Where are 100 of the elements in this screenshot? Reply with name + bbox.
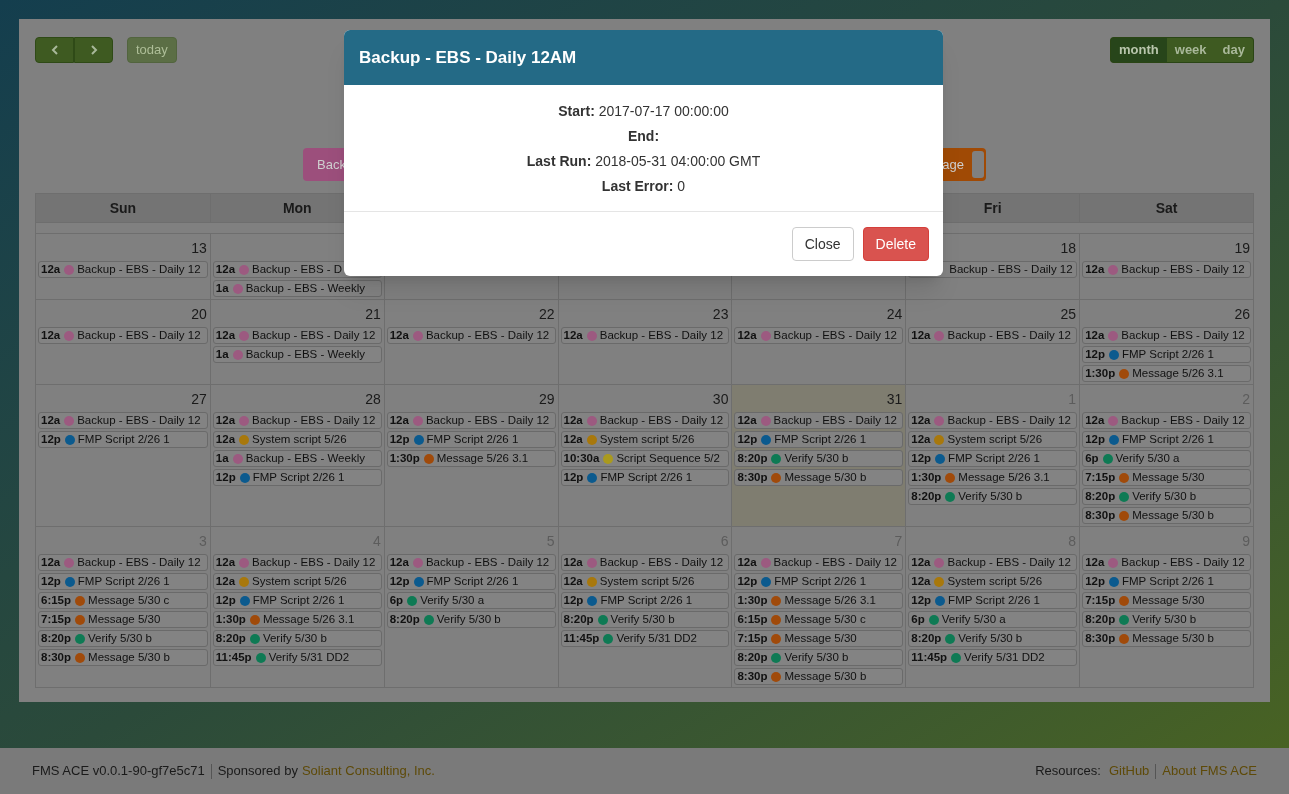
calendar-event[interactable]: 12a Backup - EBS - Daily 12 xyxy=(560,412,730,429)
calendar-event[interactable]: 12p FMP Script 2/26 1 xyxy=(38,431,208,448)
calendar-event[interactable]: 10:30a Script Sequence 5/2 xyxy=(560,450,730,467)
legend-button[interactable]: age xyxy=(940,148,986,181)
close-button[interactable]: Close xyxy=(791,227,854,261)
calendar-event[interactable]: 12a Backup - EBS - Daily 12 xyxy=(38,554,208,571)
calendar-event[interactable]: 11:45p Verify 5/31 DD2 xyxy=(212,649,382,666)
next-button[interactable] xyxy=(74,37,113,63)
calendar-event[interactable]: 8:30p Message 5/30 b xyxy=(38,649,208,666)
calendar-event[interactable]: 12a System script 5/26 xyxy=(560,573,730,590)
calendar-event[interactable]: 12a Backup - EBS - Daily 12 xyxy=(734,412,904,429)
calendar-event[interactable]: 12p FMP Script 2/26 1 xyxy=(212,592,382,609)
calendar-event[interactable]: 8:30p Message 5/30 b xyxy=(734,469,904,486)
calendar-event[interactable]: 7:15p Message 5/30 xyxy=(734,630,904,647)
calendar-event[interactable]: 12a Backup - EBS - Daily 12 xyxy=(1082,554,1251,571)
calendar-event[interactable]: 12a Backup - EBS - Daily 12 xyxy=(212,327,382,344)
calendar-event[interactable]: 12a Backup - EBS - Daily 12 xyxy=(386,327,556,344)
calendar-event[interactable]: 8:30p Message 5/30 b xyxy=(734,668,904,685)
calendar-event[interactable]: 12a Backup - EBS - Daily 12 xyxy=(38,412,208,429)
calendar-event[interactable]: 7:15p Message 5/30 xyxy=(38,611,208,628)
calendar-event[interactable]: 1:30p Message 5/26 3.1 xyxy=(908,469,1078,486)
delete-button[interactable]: Delete xyxy=(862,227,929,261)
event-time: 7:15p xyxy=(1085,592,1116,608)
calendar-event[interactable]: 8:20p Verify 5/30 b xyxy=(38,630,208,647)
calendar-event[interactable]: 12p FMP Script 2/26 1 xyxy=(734,431,904,448)
calendar-event[interactable]: 12a Backup - EBS - Daily 12 xyxy=(1082,412,1251,429)
calendar-event[interactable]: 12a System script 5/26 xyxy=(212,431,382,448)
calendar-event[interactable]: 12a System script 5/26 xyxy=(212,573,382,590)
event-time: 12p xyxy=(41,431,61,447)
calendar-event[interactable]: 1a Backup - EBS - Weekly xyxy=(212,346,382,363)
calendar-event[interactable]: 8:20p Verify 5/30 b xyxy=(212,630,382,647)
calendar-event[interactable]: 1:30p Message 5/26 3.1 xyxy=(386,450,556,467)
calendar-event[interactable]: 12p FMP Script 2/26 1 xyxy=(212,469,382,486)
calendar-event[interactable]: 12a Backup - EBS - Daily 12 xyxy=(908,554,1078,571)
calendar-event[interactable]: 1:30p Message 5/26 3.1 xyxy=(1082,365,1251,382)
view-tab[interactable]: week xyxy=(1166,37,1215,63)
calendar-event[interactable]: 12a Backup - EBS - Daily 12 xyxy=(38,327,208,344)
calendar-event[interactable]: 8:20p Verify 5/30 b xyxy=(908,488,1078,505)
day-number: 20 xyxy=(191,305,207,323)
calendar-event[interactable]: 12p FMP Script 2/26 1 xyxy=(1082,431,1251,448)
calendar-event[interactable]: 12p FMP Script 2/26 1 xyxy=(734,573,904,590)
event-title: Backup - EBS - Daily 12 xyxy=(77,412,201,428)
calendar-event[interactable]: 12a Backup - EBS - Daily 12 xyxy=(212,412,382,429)
view-tab[interactable]: day xyxy=(1214,37,1254,63)
calendar-event[interactable]: 6p Verify 5/30 a xyxy=(908,611,1078,628)
calendar-event[interactable]: 7:15p Message 5/30 xyxy=(1082,469,1251,486)
calendar-event[interactable]: 8:20p Verify 5/30 b xyxy=(386,611,556,628)
calendar-event[interactable]: 1a Backup - EBS - Weekly xyxy=(212,450,382,467)
calendar-event[interactable]: 12p FMP Script 2/26 1 xyxy=(560,592,730,609)
version-text: FMS ACE v0.0.1-90-gf7e5c71 xyxy=(32,762,205,781)
previous-button[interactable] xyxy=(35,37,74,63)
calendar-event[interactable]: 8:30p Message 5/30 b xyxy=(1082,630,1251,647)
calendar-event[interactable]: 12p FMP Script 2/26 1 xyxy=(386,431,556,448)
calendar-event[interactable]: 8:20p Verify 5/30 b xyxy=(1082,611,1251,628)
calendar-event[interactable]: 1a Backup - EBS - Weekly xyxy=(212,280,382,297)
calendar-event[interactable]: 12p FMP Script 2/26 1 xyxy=(1082,346,1251,363)
calendar-event[interactable]: 8:20p Verify 5/30 b xyxy=(908,630,1078,647)
calendar-event[interactable]: 12a Backup - EBS - Daily 12 xyxy=(560,554,730,571)
calendar-event[interactable]: 1:30p Message 5/26 3.1 xyxy=(734,592,904,609)
calendar-event[interactable]: 12p FMP Script 2/26 1 xyxy=(38,573,208,590)
calendar-event[interactable]: 12a System script 5/26 xyxy=(908,573,1078,590)
calendar-event[interactable]: 12a Backup - EBS - Daily 12 xyxy=(908,412,1078,429)
calendar-event[interactable]: 6p Verify 5/30 a xyxy=(386,592,556,609)
calendar-event[interactable]: 7:15p Message 5/30 xyxy=(1082,592,1251,609)
calendar-event[interactable]: 12a Backup - EBS - Daily 12 xyxy=(560,327,730,344)
event-title: Message 5/30 xyxy=(88,611,161,627)
event-title: System script 5/26 xyxy=(252,431,347,447)
calendar-event[interactable]: 12a Backup - EBS - Daily 12 xyxy=(734,554,904,571)
view-tab[interactable]: month xyxy=(1110,37,1167,63)
calendar-event[interactable]: 12p FMP Script 2/26 1 xyxy=(908,592,1078,609)
calendar-event[interactable]: 12a Backup - EBS - Daily 12 xyxy=(386,412,556,429)
calendar-event[interactable]: 12a Backup - EBS - Daily 12 xyxy=(1082,327,1251,344)
calendar-event[interactable]: 12a System script 5/26 xyxy=(908,431,1078,448)
calendar-event[interactable]: 12p FMP Script 2/26 1 xyxy=(386,573,556,590)
event-title: Backup - EBS - Daily 12 xyxy=(1121,327,1245,343)
calendar-event[interactable]: 12a Backup - EBS - Daily 12 xyxy=(734,327,904,344)
calendar-event[interactable]: 6p Verify 5/30 a xyxy=(1082,450,1251,467)
weekday-header: Sun xyxy=(109,198,137,218)
event-title: Message 5/30 b xyxy=(1132,507,1215,523)
calendar-event[interactable]: 11:45p Verify 5/31 DD2 xyxy=(560,630,730,647)
calendar-event[interactable]: 12a Backup - EBS - Daily 12 xyxy=(908,327,1078,344)
calendar-event[interactable]: 8:20p Verify 5/30 b xyxy=(1082,488,1251,505)
calendar-event[interactable]: 6:15p Message 5/30 c xyxy=(38,592,208,609)
calendar-event[interactable]: 8:30p Message 5/30 b xyxy=(1082,507,1251,524)
event-time: 10:30a xyxy=(563,450,600,466)
calendar-event[interactable]: 8:20p Verify 5/30 b xyxy=(734,649,904,666)
calendar-event[interactable]: 12a Backup - EBS - Daily 12 xyxy=(38,261,208,278)
calendar-event[interactable]: 8:20p Verify 5/30 b xyxy=(734,450,904,467)
calendar-event[interactable]: 12p FMP Script 2/26 1 xyxy=(908,450,1078,467)
calendar-event[interactable]: 12a Backup - EBS - Daily 12 xyxy=(212,554,382,571)
calendar-event[interactable]: 6:15p Message 5/30 c xyxy=(734,611,904,628)
calendar-event[interactable]: 11:45p Verify 5/31 DD2 xyxy=(908,649,1078,666)
calendar-event[interactable]: 12a Backup - EBS - Daily 12 xyxy=(386,554,556,571)
calendar-event[interactable]: 12p FMP Script 2/26 1 xyxy=(560,469,730,486)
calendar-event[interactable]: 12a System script 5/26 xyxy=(560,431,730,448)
day-number: 27 xyxy=(191,390,207,408)
calendar-event[interactable]: 1:30p Message 5/26 3.1 xyxy=(212,611,382,628)
calendar-event[interactable]: 8:20p Verify 5/30 b xyxy=(560,611,730,628)
calendar-event[interactable]: 12a Backup - EBS - Daily 12 xyxy=(1082,261,1251,278)
calendar-event[interactable]: 12p FMP Script 2/26 1 xyxy=(1082,573,1251,590)
